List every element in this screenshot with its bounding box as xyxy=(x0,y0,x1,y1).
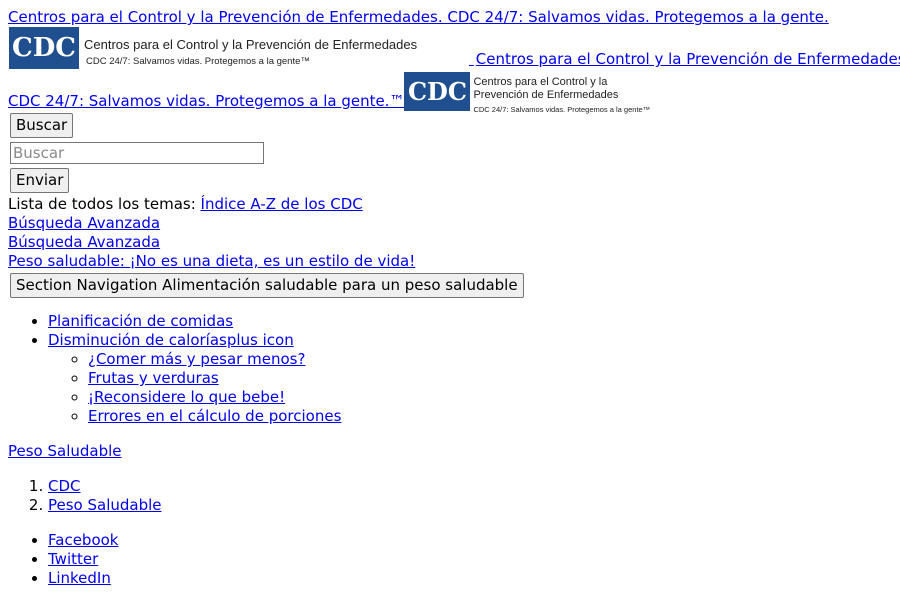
social-links: Facebook Twitter LinkedIn xyxy=(8,531,892,588)
submit-button[interactable]: Enviar xyxy=(10,168,70,193)
breadcrumb-link-peso[interactable]: Peso Saludable xyxy=(48,496,162,514)
cdc-logo-link-text-a: Centros para el Control y la Prevención … xyxy=(475,50,900,68)
nav-item: Planificación de comidas xyxy=(48,312,892,331)
nav-subitem: ¡Reconsidere lo que bebe! xyxy=(88,388,892,407)
social-item: Facebook xyxy=(48,531,892,550)
search-input[interactable] xyxy=(10,142,264,164)
search-toggle-button[interactable]: Buscar xyxy=(10,113,74,138)
section-nav-sublist: ¿Comer más y pesar menos? Frutas y verdu… xyxy=(48,350,892,426)
nav-link-disminucion[interactable]: Disminución de caloríasplus icon xyxy=(48,331,294,349)
nav-subitem: Errores en el cálculo de porciones xyxy=(88,407,892,426)
advanced-search-link[interactable]: Búsqueda Avanzada xyxy=(8,214,160,232)
advanced-search-link-2[interactable]: Búsqueda Avanzada xyxy=(8,233,160,251)
advanced-search-row-2: Búsqueda Avanzada xyxy=(8,233,892,252)
cdc-logo-tagline: CDC 24/7: Salvamos vidas. Protegemos a l… xyxy=(86,56,310,67)
page: Centros para el Control y la Prevención … xyxy=(0,0,900,600)
nav-link-frutas[interactable]: Frutas y verduras xyxy=(88,369,219,387)
site-title-row: Peso saludable: ¡No es una dieta, es un … xyxy=(8,252,892,271)
twitter-link[interactable]: Twitter xyxy=(48,550,98,568)
logo-row: CDC Centros para el Control y la Prevenc… xyxy=(8,27,900,69)
cdc-logo-small-mark: CDC xyxy=(404,72,471,111)
header-top: Centros para el Control y la Prevención … xyxy=(8,8,892,27)
cdc-logo-link-text-b: CDC 24/7: Salvamos vidas. Protegemos a l… xyxy=(8,92,405,110)
section-nav-button[interactable]: Section Navigation Alimentación saludabl… xyxy=(10,273,524,298)
cdc-logo-mark: CDC xyxy=(9,27,79,69)
social-item: LinkedIn xyxy=(48,569,892,588)
breadcrumb: CDC Peso Saludable xyxy=(8,477,892,515)
advanced-search-row-1: Búsqueda Avanzada xyxy=(8,214,892,233)
nav-item: Disminución de caloríasplus icon ¿Comer … xyxy=(48,331,892,426)
social-item: Twitter xyxy=(48,550,892,569)
nav-link-reconsidere[interactable]: ¡Reconsidere lo que bebe! xyxy=(88,388,285,406)
cdc-logo-large: CDC Centros para el Control y la Prevenc… xyxy=(9,27,469,69)
site-title-link[interactable]: Peso saludable: ¡No es una dieta, es un … xyxy=(8,252,415,270)
facebook-link[interactable]: Facebook xyxy=(48,531,118,549)
nav-subitem: Frutas y verduras xyxy=(88,369,892,388)
breadcrumb-item: Peso Saludable xyxy=(48,496,892,515)
nav-subitem: ¿Comer más y pesar menos? xyxy=(88,350,892,369)
cdc-logo-small: CDC Centros para el Control y la Prevenc… xyxy=(404,71,650,114)
section-nav-list: Planificación de comidas Disminución de … xyxy=(8,312,892,426)
section-link-row: Peso Saludable xyxy=(8,442,892,461)
nav-link-errores[interactable]: Errores en el cálculo de porciones xyxy=(88,407,341,425)
nav-link-comer-mas[interactable]: ¿Comer más y pesar menos? xyxy=(88,350,305,368)
cdc-home-text-link[interactable]: Centros para el Control y la Prevención … xyxy=(8,8,892,27)
topics-label: Lista de todos los temas: xyxy=(8,195,196,213)
section-home-link[interactable]: Peso Saludable xyxy=(8,442,122,460)
nav-link-planificacion[interactable]: Planificación de comidas xyxy=(48,312,233,330)
cdc-logo-small-tagline: CDC 24/7: Salvamos vidas. Protegemos a l… xyxy=(473,105,651,114)
breadcrumb-link-cdc[interactable]: CDC xyxy=(48,477,81,495)
logo-row-2: CDC 24/7: Salvamos vidas. Protegemos a l… xyxy=(8,71,892,114)
topics-row: Lista de todos los temas: Índice A-Z de … xyxy=(8,195,892,214)
linkedin-link[interactable]: LinkedIn xyxy=(48,569,111,587)
search-area: Buscar Enviar xyxy=(8,111,892,195)
az-index-link[interactable]: Índice A-Z de los CDC xyxy=(201,195,363,213)
breadcrumb-item: CDC xyxy=(48,477,892,496)
cdc-logo-link-2[interactable]: CDC 24/7: Salvamos vidas. Protegemos a l… xyxy=(8,72,650,114)
cdc-logo-link[interactable]: CDC Centros para el Control y la Prevenc… xyxy=(8,27,900,69)
